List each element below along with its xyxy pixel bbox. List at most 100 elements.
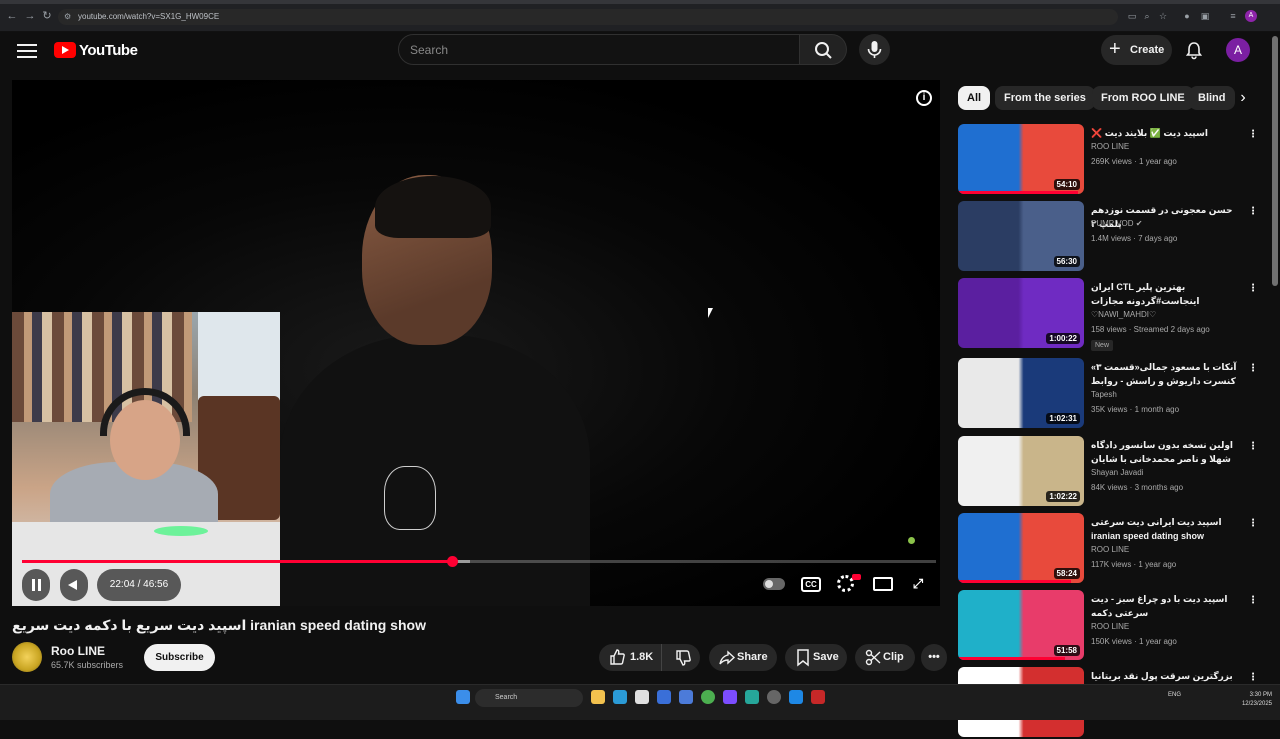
captions-button[interactable]: CC [801, 577, 821, 592]
autoplay-toggle[interactable] [763, 578, 785, 590]
reload-icon[interactable]: ↻ [40, 9, 54, 23]
channel-name[interactable]: Roo LINE [51, 644, 105, 658]
dislike-button[interactable] [661, 644, 700, 671]
extension-icon[interactable]: ● [1180, 9, 1194, 23]
progress-bar[interactable] [22, 556, 936, 567]
cast-icon[interactable]: ▭ [1125, 9, 1139, 23]
recommendation-channel[interactable]: ♡NAWI_MAHDI♡ [1091, 310, 1156, 319]
recommendation-item[interactable]: 56:30 حسن معجونی در قسمت نوزدهم پلمپ ۲ PUM… [958, 201, 1264, 273]
recommendation-thumbnail[interactable]: 1:02:31 [958, 358, 1084, 428]
recommendation-channel[interactable]: PUMP VOD ✔ [1091, 219, 1142, 228]
kebab-menu-icon[interactable]: ⋮ [1248, 362, 1258, 376]
edge-browser-icon[interactable] [613, 690, 627, 704]
kebab-menu-icon[interactable]: ⋮ [1248, 594, 1258, 608]
channel-avatar[interactable] [12, 642, 42, 672]
video-player[interactable]: i 22:04 / 46:56 CC ⤢ [12, 80, 940, 606]
forward-icon[interactable]: → [23, 9, 37, 23]
recommendation-title[interactable]: اسپید دیت با دو چراغ سبز - دیت سرعتی دکم… [1091, 592, 1241, 620]
share-button[interactable]: Share [709, 644, 777, 671]
subscribe-button[interactable]: Subscribe [144, 644, 215, 671]
recommendation-channel[interactable]: ROO LINE [1091, 545, 1129, 554]
recommendation-channel[interactable]: ROO LINE [1091, 622, 1129, 631]
back-icon[interactable]: ← [5, 9, 19, 23]
recommendation-item[interactable]: 1:00:22 بهترین پلیر CTL ایران اینجاست#گرد… [958, 278, 1264, 351]
discord-icon[interactable] [723, 690, 737, 704]
file-explorer-icon[interactable] [591, 690, 605, 704]
address-bar[interactable]: ⚙ youtube.com/watch?v=SX1G_HW09CE [58, 9, 1118, 25]
youtube-logo[interactable]: YouTube [54, 41, 138, 59]
recommendation-item[interactable]: 1:02:31 آنکات با مسعود جمالی«قسمت ۳» کنسر… [958, 358, 1264, 430]
scrubber-handle[interactable] [446, 556, 458, 567]
taskbar-lang[interactable]: ENG [1168, 691, 1181, 700]
recommendation-thumbnail[interactable]: 51:58 [958, 590, 1084, 660]
voice-search-button[interactable] [859, 34, 890, 65]
taskbar-clock[interactable]: 3:30 PM 12/23/2025 [1236, 691, 1272, 709]
chevron-right-icon[interactable]: › [1234, 89, 1252, 107]
zoom-icon[interactable]: ⌕ [1140, 9, 1154, 23]
fullscreen-icon[interactable]: ⤢ [908, 575, 928, 595]
notifications-bell-icon[interactable] [1184, 40, 1204, 60]
search-input[interactable] [410, 41, 790, 59]
like-count: 1.8K [630, 651, 654, 663]
obs-icon[interactable] [767, 690, 781, 704]
guide-menu-icon[interactable] [17, 42, 37, 58]
search-button[interactable] [800, 34, 847, 65]
theater-mode-button[interactable] [873, 577, 893, 591]
kebab-menu-icon[interactable]: ⋮ [1248, 440, 1258, 454]
create-button[interactable]: + Create [1101, 35, 1172, 65]
recommendation-channel[interactable]: Shayan Javadi [1091, 468, 1143, 477]
kebab-menu-icon[interactable]: ⋮ [1248, 205, 1258, 219]
kebab-menu-icon[interactable]: ⋮ [1248, 282, 1258, 296]
recommendation-item[interactable]: 58:24 اسپید دیت ایرانی دیت سرعتی iranian … [958, 513, 1264, 585]
recommendation-title[interactable]: اولین نسخه بدون سانسور دادگاه شهلا و ناص… [1091, 438, 1241, 466]
app-icon[interactable] [657, 690, 671, 704]
chrome-icon[interactable] [701, 690, 715, 704]
bookmark-star-icon[interactable]: ☆ [1156, 9, 1170, 23]
chip-from-series[interactable]: From the series [995, 86, 1095, 110]
recommendation-channel[interactable]: Tapesh [1091, 390, 1117, 399]
browser-profile-avatar[interactable]: A [1245, 10, 1257, 22]
recommendation-thumbnail[interactable]: 1:02:22 [958, 436, 1084, 506]
recommendation-title[interactable]: اسپید دیت ایرانی دیت سرعتی iranian speed… [1091, 515, 1241, 543]
chip-blind[interactable]: Blind [1189, 86, 1235, 110]
recommendation-thumbnail[interactable]: 1:00:22 [958, 278, 1084, 348]
chip-from-channel[interactable]: From ROO LINE [1092, 86, 1194, 110]
info-icon[interactable]: i [916, 90, 932, 106]
recommendation-thumbnail[interactable]: 56:30 [958, 201, 1084, 271]
app-icon[interactable] [789, 690, 803, 704]
recommendation-item[interactable]: 1:02:22 اولین نسخه بدون سانسور دادگاه شهل… [958, 436, 1264, 508]
recommendation-channel[interactable]: ROO LINE [1091, 142, 1129, 151]
url-text[interactable]: youtube.com/watch?v=SX1G_HW09CE [78, 10, 219, 24]
volume-button[interactable] [60, 569, 88, 601]
recommendation-item[interactable]: 54:10 اسپید دیت ✅ بلایند دیت ❌ ROO LINE 269… [958, 124, 1264, 196]
store-icon[interactable] [635, 690, 649, 704]
windows-start-icon[interactable] [456, 690, 470, 704]
app-icon[interactable] [679, 690, 693, 704]
mouse-cursor-icon [708, 308, 713, 318]
like-button[interactable]: 1.8K [599, 644, 661, 671]
kebab-menu-icon[interactable]: ⋮ [1248, 517, 1258, 531]
recommendation-title[interactable]: اسپید دیت ✅ بلایند دیت ❌ [1091, 126, 1241, 140]
app-icon[interactable] [811, 690, 825, 704]
save-button[interactable]: Save [785, 644, 847, 671]
account-avatar[interactable]: A [1226, 38, 1250, 62]
extensions-puzzle-icon[interactable]: ▣ [1198, 9, 1212, 23]
site-info-icon[interactable]: ⚙ [64, 11, 71, 23]
tab-search-icon[interactable]: ≡ [1226, 9, 1240, 23]
pause-button[interactable] [22, 569, 50, 601]
clip-button[interactable]: Clip [855, 644, 915, 671]
recommendation-title[interactable]: آنکات با مسعود جمالی«قسمت ۳» کنسرت داریو… [1091, 360, 1241, 388]
kebab-menu-icon[interactable]: ⋮ [1248, 128, 1258, 142]
more-actions-icon[interactable]: ••• [921, 644, 947, 671]
page-scrollbar[interactable] [1272, 36, 1278, 286]
app-icon[interactable] [745, 690, 759, 704]
masthead: YouTube + Create A [0, 32, 1280, 68]
kebab-menu-icon[interactable]: ⋮ [1248, 671, 1258, 685]
recommendation-thumbnail[interactable]: 54:10 [958, 124, 1084, 194]
recommendation-thumbnail[interactable]: 58:24 [958, 513, 1084, 583]
taskbar-search[interactable]: Search [475, 689, 583, 707]
chip-all[interactable]: All [958, 86, 991, 110]
recommendation-item[interactable]: 51:58 اسپید دیت با دو چراغ سبز - دیت سرعت… [958, 590, 1264, 662]
search-box[interactable] [398, 34, 800, 65]
recommendation-title[interactable]: بهترین پلیر CTL ایران اینجاست#گردونه مجا… [1091, 280, 1241, 308]
